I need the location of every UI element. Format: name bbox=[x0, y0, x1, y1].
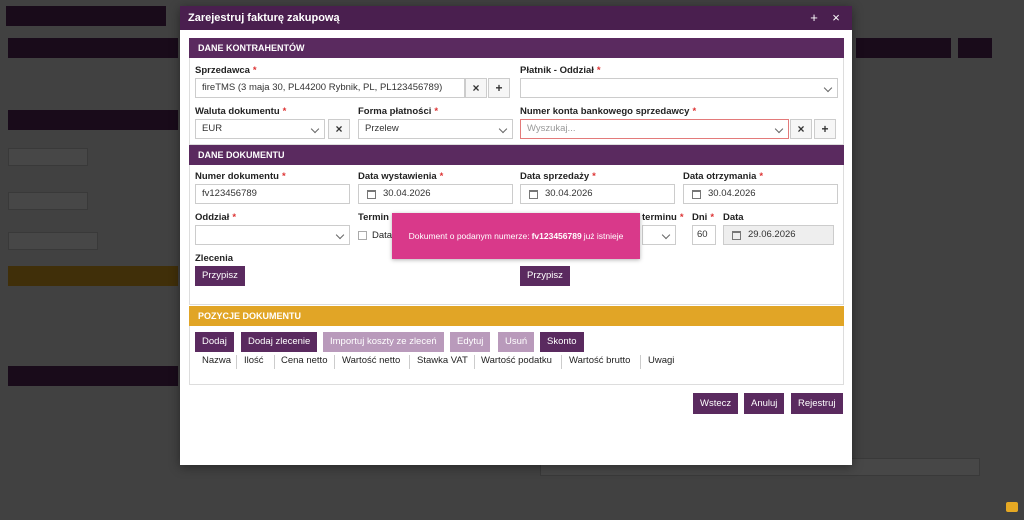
days-label: Dni * bbox=[692, 212, 715, 223]
delete-position-button[interactable]: Usuń bbox=[498, 332, 535, 352]
calendar-icon bbox=[692, 190, 701, 199]
branch-select[interactable] bbox=[195, 225, 350, 245]
col-name[interactable]: Nazwa bbox=[202, 355, 231, 366]
payer-label: Płatnik - Oddział * bbox=[520, 65, 601, 76]
clear-account-button[interactable]: × bbox=[790, 119, 812, 139]
col-separator bbox=[640, 355, 641, 369]
calendar-icon bbox=[529, 190, 538, 199]
calendar-icon bbox=[367, 190, 376, 199]
import-costs-button[interactable]: Importuj koszty ze zleceń bbox=[323, 332, 444, 352]
issue-date-label: Data wystawienia * bbox=[358, 171, 444, 182]
term-type-select[interactable] bbox=[642, 225, 676, 245]
modal-title: Zarejestruj fakturę zakupową bbox=[188, 12, 340, 24]
sale-date-input[interactable]: 30.04.2026 bbox=[520, 184, 675, 204]
chevron-down-icon bbox=[335, 230, 345, 240]
assign-loads-button[interactable]: Przypisz bbox=[520, 266, 570, 286]
register-button[interactable]: Rejestruj bbox=[791, 393, 843, 414]
account-search-input[interactable]: Wyszukaj... bbox=[520, 119, 789, 139]
cancel-button[interactable]: Anuluj bbox=[744, 393, 785, 414]
chevron-down-icon bbox=[774, 124, 784, 134]
add-account-button[interactable]: + bbox=[814, 119, 836, 139]
col-notes[interactable]: Uwagi bbox=[648, 355, 674, 366]
back-button[interactable]: Wstecz bbox=[693, 393, 739, 414]
col-separator bbox=[474, 355, 475, 369]
doc-number-label: Numer dokumentu * bbox=[195, 171, 286, 182]
clear-seller-button[interactable]: × bbox=[465, 78, 487, 98]
currency-select[interactable]: EUR bbox=[195, 119, 325, 139]
term-type-label: terminu * bbox=[642, 212, 684, 223]
seller-label: Sprzedawca * bbox=[195, 65, 257, 76]
clear-currency-button[interactable]: × bbox=[328, 119, 350, 139]
discount-button[interactable]: Skonto bbox=[540, 332, 584, 352]
account-label: Numer konta bankowego sprzedawcy * bbox=[520, 106, 697, 117]
calendar-icon bbox=[732, 231, 741, 240]
chevron-down-icon bbox=[823, 83, 833, 93]
col-net-value[interactable]: Wartość netto bbox=[342, 355, 400, 366]
edit-position-button[interactable]: Edytuj bbox=[450, 332, 491, 352]
due-date-label: Data bbox=[723, 212, 744, 223]
modal-header: Zarejestruj fakturę zakupową + × bbox=[180, 6, 852, 30]
seller-field[interactable]: fireTMS (3 maja 30, PL44200 Rybnik, PL, … bbox=[195, 78, 465, 98]
branch-label: Oddział * bbox=[195, 212, 237, 223]
add-seller-button[interactable]: + bbox=[488, 78, 510, 98]
col-separator bbox=[274, 355, 275, 369]
payment-select[interactable]: Przelew bbox=[358, 119, 513, 139]
assign-orders-button[interactable]: Przypisz bbox=[195, 266, 245, 286]
doc-number-input[interactable]: fv123456789 bbox=[195, 184, 350, 204]
payer-select[interactable] bbox=[520, 78, 838, 98]
toast-number: fv123456789 bbox=[531, 231, 582, 241]
issue-date-input[interactable]: 30.04.2026 bbox=[358, 184, 513, 204]
currency-label: Waluta dokumentu * bbox=[195, 106, 287, 117]
col-separator bbox=[561, 355, 562, 369]
chevron-down-icon bbox=[661, 230, 671, 240]
receipt-date-input[interactable]: 30.04.2026 bbox=[683, 184, 838, 204]
sale-date-label: Data sprzedaży * bbox=[520, 171, 596, 182]
toast-prefix: Dokument o podanym numerze: bbox=[408, 231, 530, 241]
document-section-header: DANE DOKUMENTU bbox=[189, 145, 844, 165]
payment-label: Forma płatności * bbox=[358, 106, 439, 117]
col-gross-value[interactable]: Wartość brutto bbox=[569, 355, 630, 366]
col-separator bbox=[236, 355, 237, 369]
col-vat-rate[interactable]: Stawka VAT bbox=[417, 355, 468, 366]
days-input[interactable]: 60 bbox=[692, 225, 716, 245]
contractors-section-header: DANE KONTRAHENTÓW bbox=[189, 38, 844, 58]
col-separator bbox=[334, 355, 335, 369]
chevron-down-icon bbox=[310, 124, 320, 134]
orders-label: Zlecenia bbox=[195, 253, 234, 264]
receipt-date-label: Data otrzymania * bbox=[683, 171, 764, 182]
col-quantity[interactable]: Ilość bbox=[244, 355, 264, 366]
chat-icon[interactable] bbox=[1006, 502, 1018, 512]
term-date-checkbox-label: Data bbox=[372, 230, 393, 241]
add-position-button[interactable]: Dodaj bbox=[195, 332, 234, 352]
term-date-checkbox[interactable] bbox=[358, 231, 367, 240]
close-icon[interactable]: × bbox=[828, 10, 844, 26]
add-order-button[interactable]: Dodaj zlecenie bbox=[241, 332, 318, 352]
chevron-down-icon bbox=[498, 124, 508, 134]
positions-section-header: POZYCJE DOKUMENTU bbox=[189, 306, 844, 326]
col-net-price[interactable]: Cena netto bbox=[281, 355, 327, 366]
col-tax-value[interactable]: Wartość podatku bbox=[481, 355, 552, 366]
toast-suffix: już istnieje bbox=[583, 231, 624, 241]
due-date-field: 29.06.2026 bbox=[723, 225, 834, 245]
col-separator bbox=[409, 355, 410, 369]
duplicate-document-toast: Dokument o podanym numerze: fv123456789 … bbox=[392, 213, 640, 259]
maximize-icon[interactable]: + bbox=[806, 10, 822, 26]
